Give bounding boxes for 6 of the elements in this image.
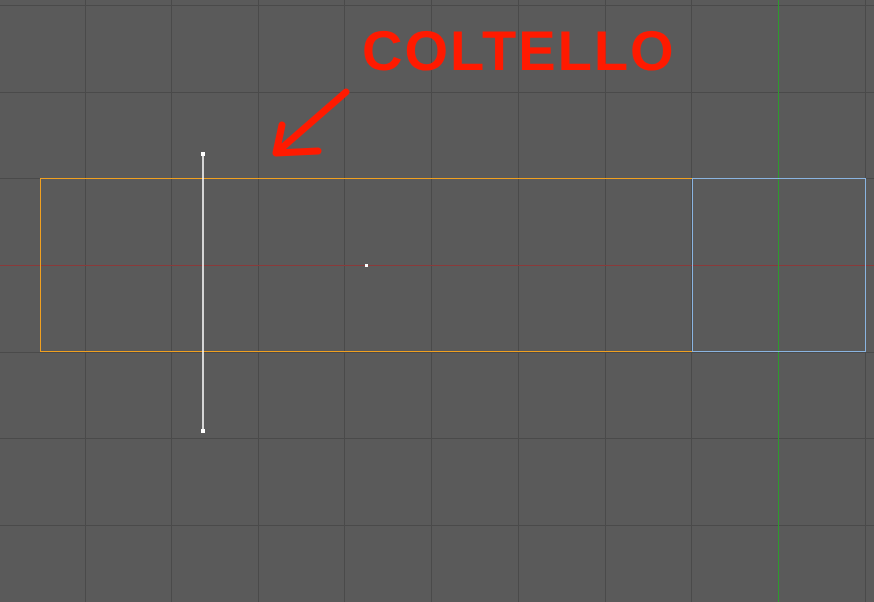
annotation-text: COLTELLO (362, 19, 676, 82)
arrow-icon (272, 88, 350, 156)
origin-point (365, 264, 368, 267)
face-outline[interactable] (692, 178, 866, 352)
viewport[interactable]: COLTELLO (0, 0, 874, 602)
knife-line[interactable] (201, 152, 205, 433)
